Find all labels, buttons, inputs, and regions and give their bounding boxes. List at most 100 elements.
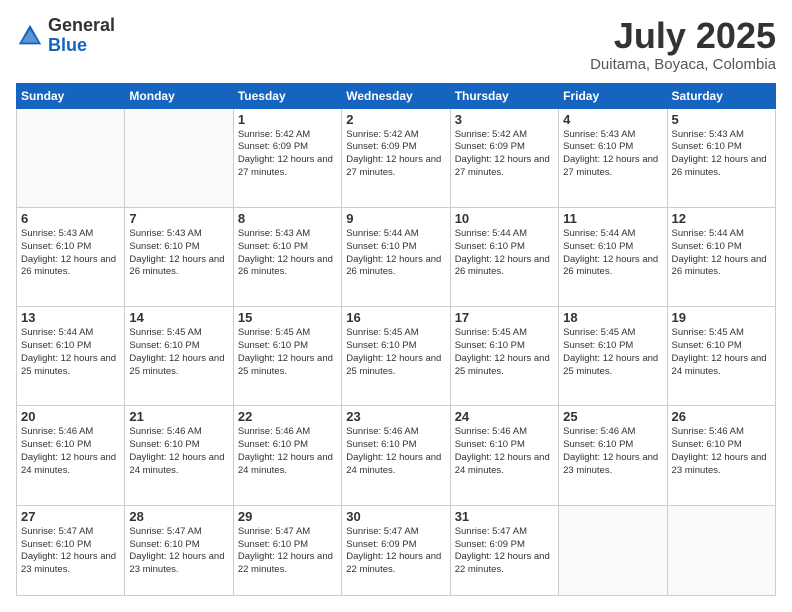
table-row: 29 Sunrise: 5:47 AM Sunset: 6:10 PM Dayli…	[233, 505, 341, 595]
col-saturday: Saturday	[667, 83, 775, 108]
table-row: 13Sunrise: 5:44 AM Sunset: 6:10 PM Dayli…	[17, 307, 125, 406]
day-info: Sunrise: 5:43 AM Sunset: 6:10 PM Dayligh…	[672, 129, 771, 180]
day-info: Sunrise: 5:44 AM Sunset: 6:10 PM Dayligh…	[455, 228, 554, 279]
day-number: 1	[238, 112, 337, 127]
table-row: 17 Sunrise: 5:45 AM Sunset: 6:10 PM Dayli…	[450, 307, 558, 406]
table-row: 23 Sunrise: 5:46 AM Sunset: 6:10 PM Dayli…	[342, 406, 450, 505]
day-number: 4	[563, 112, 662, 127]
day-number: 22	[238, 409, 337, 424]
table-row: 2 Sunrise: 5:42 AM Sunset: 6:09 PM Daylig…	[342, 108, 450, 207]
day-info: Sunrise: 5:45 AM Sunset: 6:10 PM Dayligh…	[672, 327, 771, 378]
logo-text: General Blue	[48, 16, 115, 56]
day-number: 23	[346, 409, 445, 424]
day-number: 15	[238, 310, 337, 325]
day-number: 14	[129, 310, 228, 325]
day-info: Sunrise: 5:46 AM Sunset: 6:10 PM Dayligh…	[238, 426, 337, 477]
day-info: Sunrise: 5:42 AM Sunset: 6:09 PM Dayligh…	[455, 129, 554, 180]
day-info: Sunrise: 5:45 AM Sunset: 6:10 PM Dayligh…	[563, 327, 662, 378]
table-row: 19Sunrise: 5:45 AM Sunset: 6:10 PM Dayli…	[667, 307, 775, 406]
day-number: 16	[346, 310, 445, 325]
table-row: 7 Sunrise: 5:43 AM Sunset: 6:10 PM Daylig…	[125, 207, 233, 306]
day-number: 31	[455, 509, 554, 524]
logo-blue: Blue	[48, 35, 87, 55]
day-number: 7	[129, 211, 228, 226]
day-info: Sunrise: 5:46 AM Sunset: 6:10 PM Dayligh…	[455, 426, 554, 477]
day-number: 30	[346, 509, 445, 524]
day-number: 17	[455, 310, 554, 325]
calendar-table: Sunday Monday Tuesday Wednesday Thursday…	[16, 83, 776, 596]
table-row: 14 Sunrise: 5:45 AM Sunset: 6:10 PM Dayli…	[125, 307, 233, 406]
day-number: 5	[672, 112, 771, 127]
day-number: 18	[563, 310, 662, 325]
table-row: 21Sunrise: 5:46 AM Sunset: 6:10 PM Dayli…	[125, 406, 233, 505]
day-number: 21	[129, 409, 228, 424]
table-row: 3 Sunrise: 5:42 AM Sunset: 6:09 PM Daylig…	[450, 108, 558, 207]
table-row: 26 Sunrise: 5:46 AM Sunset: 6:10 PM Dayli…	[667, 406, 775, 505]
day-info: Sunrise: 5:47 AM Sunset: 6:10 PM Dayligh…	[129, 526, 228, 577]
table-row: 5 Sunrise: 5:43 AM Sunset: 6:10 PM Daylig…	[667, 108, 775, 207]
table-row: 10Sunrise: 5:44 AM Sunset: 6:10 PM Dayli…	[450, 207, 558, 306]
day-info: Sunrise: 5:43 AM Sunset: 6:10 PM Dayligh…	[238, 228, 337, 279]
table-row: 18 Sunrise: 5:45 AM Sunset: 6:10 PM Dayli…	[559, 307, 667, 406]
day-info: Sunrise: 5:46 AM Sunset: 6:10 PM Dayligh…	[563, 426, 662, 477]
day-info: Sunrise: 5:44 AM Sunset: 6:10 PM Dayligh…	[346, 228, 445, 279]
day-number: 28	[129, 509, 228, 524]
col-tuesday: Tuesday	[233, 83, 341, 108]
day-info: Sunrise: 5:46 AM Sunset: 6:10 PM Dayligh…	[21, 426, 120, 477]
day-info: Sunrise: 5:42 AM Sunset: 6:09 PM Dayligh…	[346, 129, 445, 180]
title-block: July 2025 Duitama, Boyaca, Colombia	[590, 16, 776, 73]
col-thursday: Thursday	[450, 83, 558, 108]
table-row: 6 Sunrise: 5:43 AM Sunset: 6:10 PM Daylig…	[17, 207, 125, 306]
day-info: Sunrise: 5:47 AM Sunset: 6:09 PM Dayligh…	[455, 526, 554, 577]
table-row	[17, 108, 125, 207]
table-row: 24Sunrise: 5:46 AM Sunset: 6:10 PM Dayli…	[450, 406, 558, 505]
day-info: Sunrise: 5:45 AM Sunset: 6:10 PM Dayligh…	[455, 327, 554, 378]
day-number: 11	[563, 211, 662, 226]
table-row: 20 Sunrise: 5:46 AM Sunset: 6:10 PM Dayli…	[17, 406, 125, 505]
day-info: Sunrise: 5:45 AM Sunset: 6:10 PM Dayligh…	[238, 327, 337, 378]
day-info: Sunrise: 5:47 AM Sunset: 6:09 PM Dayligh…	[346, 526, 445, 577]
logo-general: General	[48, 15, 115, 35]
day-number: 2	[346, 112, 445, 127]
day-info: Sunrise: 5:43 AM Sunset: 6:10 PM Dayligh…	[563, 129, 662, 180]
table-row: 11 Sunrise: 5:44 AM Sunset: 6:10 PM Dayli…	[559, 207, 667, 306]
day-info: Sunrise: 5:42 AM Sunset: 6:09 PM Dayligh…	[238, 129, 337, 180]
header: General Blue July 2025 Duitama, Boyaca, …	[16, 16, 776, 73]
table-row: 1 Sunrise: 5:42 AM Sunset: 6:09 PM Daylig…	[233, 108, 341, 207]
table-row: 22 Sunrise: 5:46 AM Sunset: 6:10 PM Dayli…	[233, 406, 341, 505]
day-info: Sunrise: 5:43 AM Sunset: 6:10 PM Dayligh…	[129, 228, 228, 279]
day-number: 20	[21, 409, 120, 424]
day-info: Sunrise: 5:47 AM Sunset: 6:10 PM Dayligh…	[238, 526, 337, 577]
day-info: Sunrise: 5:43 AM Sunset: 6:10 PM Dayligh…	[21, 228, 120, 279]
table-row	[559, 505, 667, 595]
calendar-header-row: Sunday Monday Tuesday Wednesday Thursday…	[17, 83, 776, 108]
day-number: 9	[346, 211, 445, 226]
day-info: Sunrise: 5:45 AM Sunset: 6:10 PM Dayligh…	[346, 327, 445, 378]
day-info: Sunrise: 5:44 AM Sunset: 6:10 PM Dayligh…	[672, 228, 771, 279]
day-number: 6	[21, 211, 120, 226]
table-row	[125, 108, 233, 207]
logo-icon	[16, 22, 44, 50]
table-row: 25 Sunrise: 5:46 AM Sunset: 6:10 PM Dayli…	[559, 406, 667, 505]
table-row: 28 Sunrise: 5:47 AM Sunset: 6:10 PM Dayli…	[125, 505, 233, 595]
month-title: July 2025	[590, 16, 776, 56]
day-number: 3	[455, 112, 554, 127]
table-row: 31 Sunrise: 5:47 AM Sunset: 6:09 PM Dayli…	[450, 505, 558, 595]
day-number: 27	[21, 509, 120, 524]
day-info: Sunrise: 5:46 AM Sunset: 6:10 PM Dayligh…	[346, 426, 445, 477]
day-number: 29	[238, 509, 337, 524]
day-info: Sunrise: 5:44 AM Sunset: 6:10 PM Dayligh…	[563, 228, 662, 279]
day-info: Sunrise: 5:44 AM Sunset: 6:10 PM Dayligh…	[21, 327, 120, 378]
table-row: 15 Sunrise: 5:45 AM Sunset: 6:10 PM Dayli…	[233, 307, 341, 406]
table-row: 4 Sunrise: 5:43 AM Sunset: 6:10 PM Daylig…	[559, 108, 667, 207]
day-info: Sunrise: 5:45 AM Sunset: 6:10 PM Dayligh…	[129, 327, 228, 378]
col-monday: Monday	[125, 83, 233, 108]
day-number: 26	[672, 409, 771, 424]
day-number: 8	[238, 211, 337, 226]
day-info: Sunrise: 5:47 AM Sunset: 6:10 PM Dayligh…	[21, 526, 120, 577]
day-number: 25	[563, 409, 662, 424]
table-row: 30 Sunrise: 5:47 AM Sunset: 6:09 PM Dayli…	[342, 505, 450, 595]
col-wednesday: Wednesday	[342, 83, 450, 108]
day-info: Sunrise: 5:46 AM Sunset: 6:10 PM Dayligh…	[672, 426, 771, 477]
table-row: 12Sunrise: 5:44 AM Sunset: 6:10 PM Dayli…	[667, 207, 775, 306]
